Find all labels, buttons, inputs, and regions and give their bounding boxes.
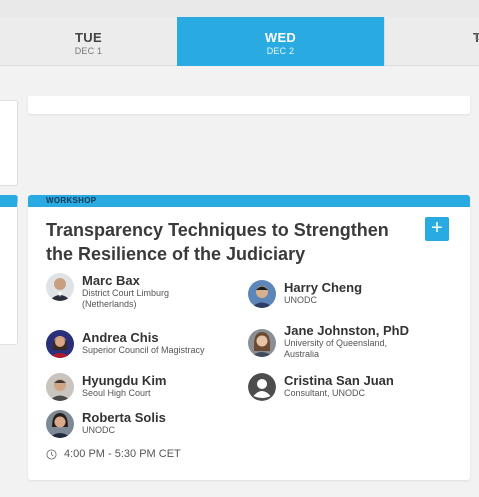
speaker-avatar [46,330,74,358]
session-card[interactable]: WORKSHOP Transparency Techniques to Stre… [28,195,470,480]
previous-session-card[interactable] [28,96,470,114]
tab-wed[interactable]: WED DEC 2 [177,17,384,66]
tab-day-name: TUE [75,30,102,45]
tab-thu[interactable]: T D [384,17,479,66]
tab-day-date: D [475,32,479,42]
speaker-affiliation: Seoul High Court [82,388,151,398]
speaker-affiliation: District Court Limburg (Netherlands) [82,288,170,309]
tab-day-name: WED [264,30,297,45]
tab-day-date: DEC 1 [74,46,103,56]
speaker-item[interactable]: Marc Bax District Court Limburg (Netherl… [46,273,192,310]
speaker-name: Harry Cheng [284,280,363,295]
add-to-schedule-button[interactable]: + [425,217,449,241]
speaker-avatar [248,329,276,357]
speaker-item[interactable]: Hyungdu Kim Seoul High Court [46,373,167,401]
speaker-affiliation: University of Queensland, Australia [284,338,388,359]
speaker-avatar [46,373,74,401]
previous-session-card-left[interactable] [0,100,18,186]
speaker-item[interactable]: Harry Cheng UNODC [248,280,362,308]
adjacent-session-card[interactable] [0,195,18,345]
speaker-affiliation: UNODC [82,425,115,435]
clock-icon [46,448,57,460]
speaker-affiliation: UNODC [284,295,317,305]
speaker-name: Andrea Chis [82,330,159,345]
speaker-affiliation: Consultant, UNODC [284,388,366,398]
speaker-name: Cristina San Juan [284,373,394,388]
session-time: 4:00 PM - 5:30 PM CET [46,448,181,460]
user-placeholder-icon [248,373,276,401]
session-time-text: 4:00 PM - 5:30 PM CET [64,448,181,460]
speaker-avatar [46,410,74,438]
day-tabs: TUE DEC 1 WED DEC 2 T D [0,17,479,66]
speaker-item[interactable]: Jane Johnston, PhD University of Queensl… [248,323,412,360]
speaker-affiliation: Superior Council of Magistracy [82,345,205,355]
speaker-avatar [46,273,74,301]
session-type-label: WORKSHOP [28,195,470,207]
session-title[interactable]: Transparency Techniques to Strengthen th… [46,218,406,266]
tab-tue[interactable]: TUE DEC 1 [0,17,177,66]
tab-day-date: DEC 2 [266,46,295,56]
top-bar [0,0,479,17]
speaker-name: Marc Bax [82,273,140,288]
speaker-name: Roberta Solis [82,410,166,425]
speaker-item[interactable]: Roberta Solis UNODC [46,410,166,438]
speaker-item[interactable]: Cristina San Juan Consultant, UNODC [248,373,394,401]
speaker-item[interactable]: Andrea Chis Superior Council of Magistra… [46,330,205,358]
speaker-name: Hyungdu Kim [82,373,167,388]
speaker-avatar [248,280,276,308]
speaker-name: Jane Johnston, PhD [284,323,409,338]
